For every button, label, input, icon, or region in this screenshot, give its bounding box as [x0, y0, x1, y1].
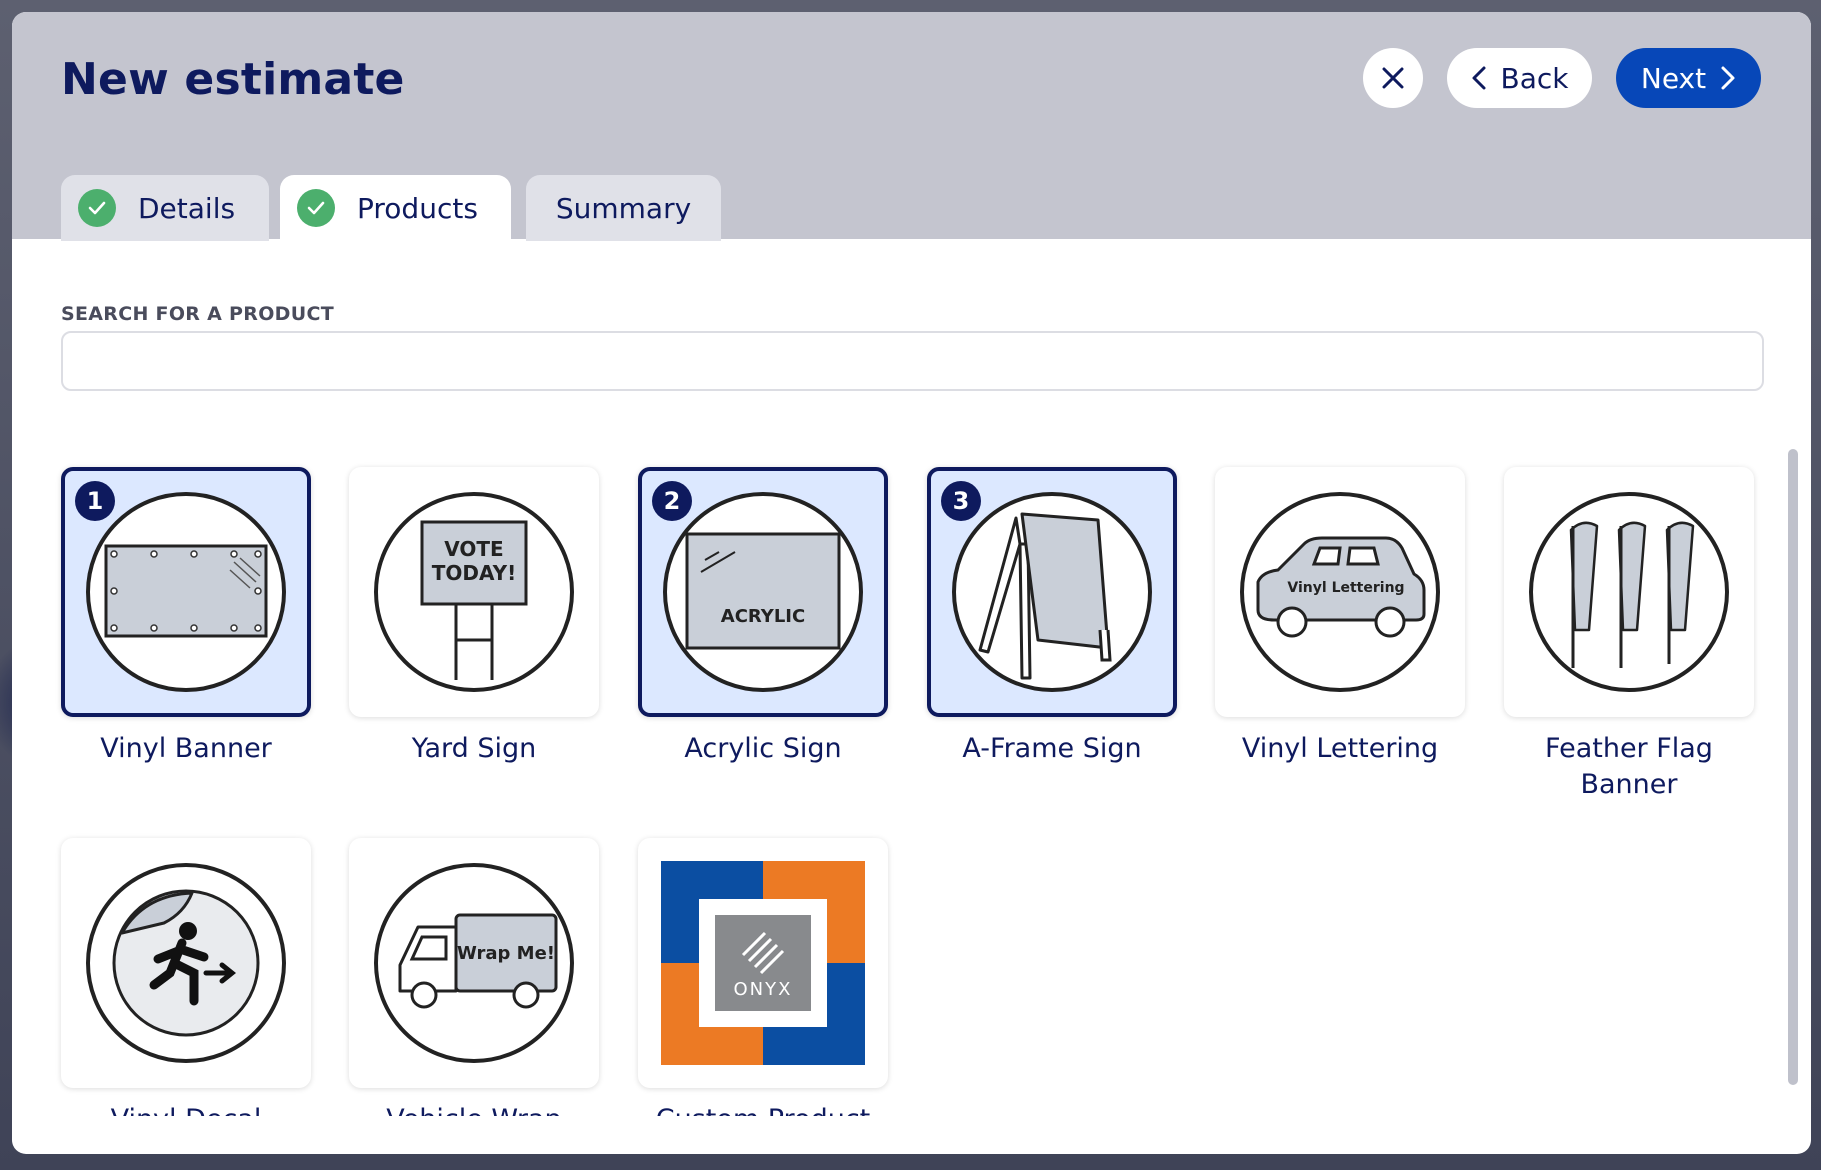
product-card-custom-product[interactable]: ONYX Custom Product	[638, 838, 888, 1116]
next-button-label: Next	[1640, 61, 1707, 95]
vehicle-wrap-icon: Wrap Me!	[374, 863, 574, 1063]
tab-products[interactable]: Products	[280, 175, 511, 241]
product-card-vehicle-wrap[interactable]: Wrap Me! Vehicle Wrap	[349, 838, 599, 1116]
a-frame-sign-icon	[952, 492, 1152, 692]
product-tile[interactable]: ACRYLIC 2	[638, 467, 888, 717]
svg-text:TODAY!: TODAY!	[432, 561, 516, 585]
back-button-label: Back	[1500, 61, 1569, 95]
search-label: SEARCH FOR A PRODUCT	[61, 303, 334, 325]
tab-summary-label: Summary	[555, 191, 692, 225]
yard-sign-icon-text: VOTE	[444, 537, 503, 561]
product-tile[interactable]	[61, 838, 311, 1088]
product-card-vinyl-decal[interactable]: Vinyl Decal	[61, 838, 311, 1116]
product-grid: 1 Vinyl Banner VOTE TODAY! Yard Sign ACR…	[12, 432, 1782, 1116]
product-label: Yard Sign	[411, 733, 537, 764]
check-circle-icon	[78, 189, 116, 227]
acrylic-sign-icon: ACRYLIC	[663, 492, 863, 692]
product-tile[interactable]: ONYX	[638, 838, 888, 1088]
vinyl-lettering-icon: Vinyl Lettering	[1240, 492, 1440, 692]
next-button[interactable]: Next	[1616, 48, 1761, 108]
product-card-vinyl-banner[interactable]: 1 Vinyl Banner	[61, 467, 311, 767]
acrylic-icon-text: ACRYLIC	[721, 606, 805, 627]
product-card-feather-flag-banner[interactable]: Feather Flag Banner	[1504, 467, 1754, 803]
product-card-acrylic-sign[interactable]: ACRYLIC 2 Acrylic Sign	[638, 467, 888, 767]
modal-header: New estimate Back Next Details Products …	[12, 12, 1811, 241]
feather-flag-icon	[1529, 492, 1729, 692]
product-label: Vinyl Lettering	[1241, 733, 1439, 764]
chevron-left-icon	[1472, 66, 1485, 90]
selection-order-badge: 3	[941, 481, 981, 521]
vinyl-decal-icon	[86, 863, 286, 1063]
tab-details-label: Details	[138, 191, 236, 225]
tab-products-label: Products	[357, 191, 478, 225]
product-label: Vinyl Decal	[61, 1102, 311, 1116]
modal-title: New estimate	[61, 54, 405, 105]
vinyl-lettering-icon-text: Vinyl Lettering	[1287, 580, 1404, 596]
product-tile[interactable]: 3	[927, 467, 1177, 717]
back-button[interactable]: Back	[1447, 48, 1592, 108]
close-icon	[1382, 67, 1404, 89]
onyx-logo-text: ONYX	[734, 979, 793, 1000]
yard-sign-icon: VOTE TODAY!	[374, 492, 574, 692]
product-tile[interactable]: Vinyl Lettering	[1215, 467, 1465, 717]
check-circle-icon	[297, 189, 335, 227]
product-label: Custom Product	[638, 1102, 888, 1116]
product-label: A-Frame Sign	[962, 733, 1142, 764]
onyx-logo-icon: ONYX	[661, 861, 865, 1065]
product-search-input[interactable]	[61, 331, 1764, 391]
product-label: Vehicle Wrap	[349, 1102, 599, 1116]
product-card-vinyl-lettering[interactable]: Vinyl Lettering Vinyl Lettering	[1215, 467, 1465, 767]
tab-summary[interactable]: Summary	[526, 175, 721, 241]
product-tile[interactable]: Wrap Me!	[349, 838, 599, 1088]
product-tile[interactable]: VOTE TODAY!	[349, 467, 599, 717]
vinyl-banner-icon	[86, 492, 286, 692]
vehicle-wrap-icon-text: Wrap Me!	[457, 943, 555, 964]
selection-order-badge: 1	[75, 481, 115, 521]
product-tile[interactable]	[1504, 467, 1754, 717]
close-button[interactable]	[1363, 48, 1423, 108]
tab-details[interactable]: Details	[61, 175, 269, 241]
chevron-right-icon	[1721, 66, 1735, 90]
product-card-a-frame-sign[interactable]: 3 A-Frame Sign	[927, 467, 1177, 767]
product-label: Acrylic Sign	[684, 733, 842, 764]
product-label: Vinyl Banner	[100, 733, 272, 764]
product-label: Feather Flag Banner	[1545, 733, 1713, 800]
selection-order-badge: 2	[652, 481, 692, 521]
product-tile[interactable]: 1	[61, 467, 311, 717]
product-grid-scrollbar[interactable]	[1788, 449, 1798, 1085]
product-card-yard-sign[interactable]: VOTE TODAY! Yard Sign	[349, 467, 599, 767]
new-estimate-modal: New estimate Back Next Details Products …	[12, 12, 1811, 1154]
